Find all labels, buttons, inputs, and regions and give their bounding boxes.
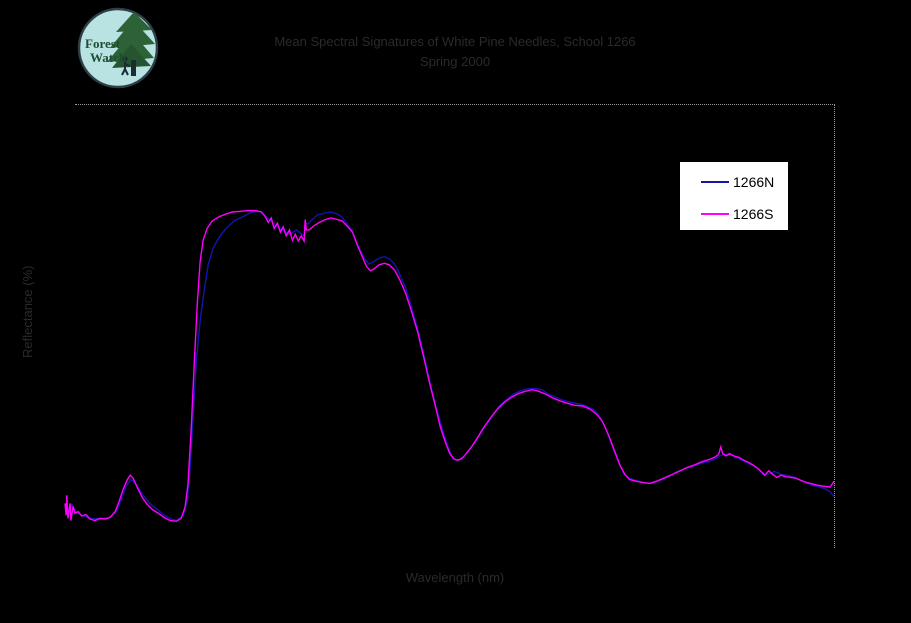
legend-line-sample-1266S: [701, 213, 729, 215]
legend-box: 1266N 1266S: [679, 161, 789, 231]
legend-label-1266N: 1266N: [733, 174, 775, 190]
chart-canvas: Forest Watch Mean Spectral Signatures of…: [0, 0, 911, 623]
legend-item-1266S: 1266S: [680, 205, 788, 223]
legend-item-1266N: 1266N: [680, 173, 788, 191]
spectral-lines-plot: [64, 209, 835, 523]
series-line-1266N: [64, 210, 835, 522]
legend-label-1266S: 1266S: [733, 206, 774, 222]
series-line-1266S: [64, 209, 835, 523]
legend-line-sample-1266N: [701, 181, 729, 183]
